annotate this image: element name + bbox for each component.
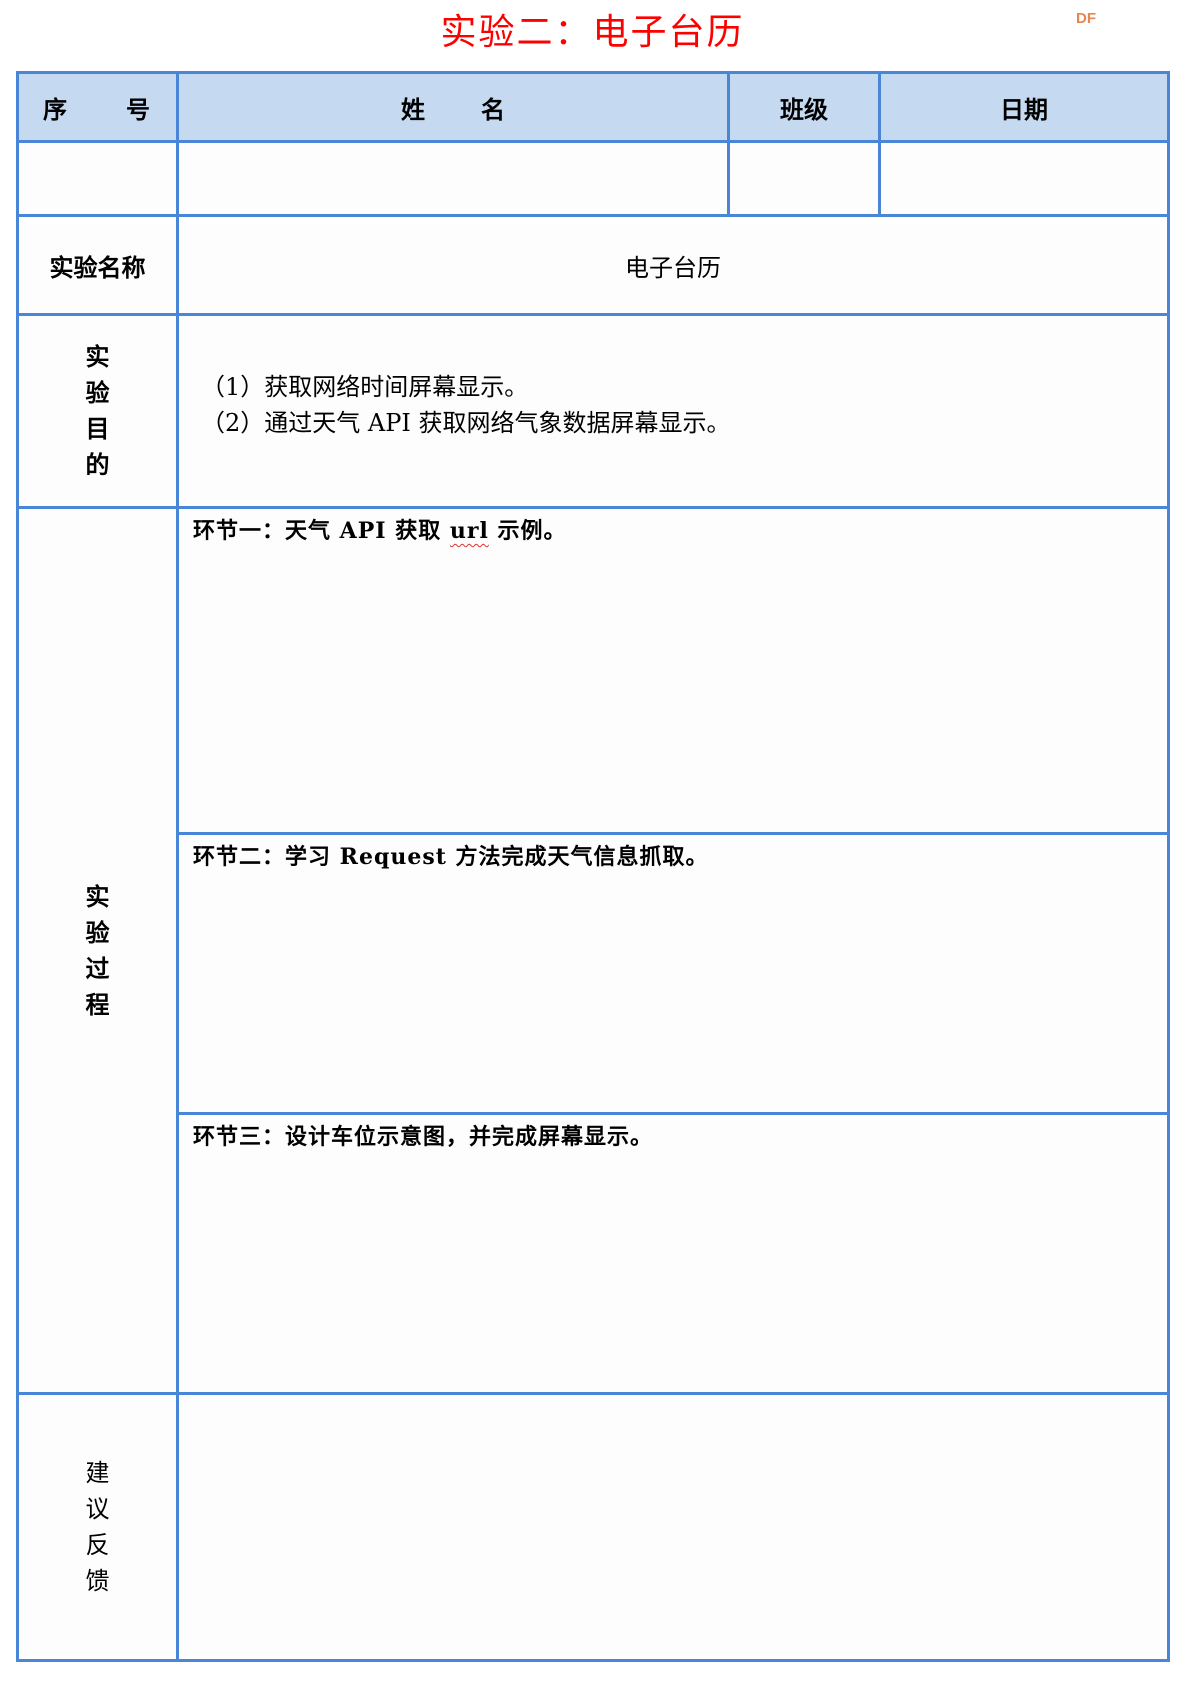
header-seq-char: 序 xyxy=(43,95,67,124)
process-label-char: 过 xyxy=(85,954,110,983)
experiment-name-label: 实验名称 xyxy=(16,214,179,316)
purpose-content[interactable]: （1）获取网络时间屏幕显示。 （2）通过天气 API 获取网络气象数据屏幕显示。 xyxy=(176,313,1170,509)
purpose-row: 实 验 目 的 （1）获取网络时间屏幕显示。 （2）通过天气 API 获取网络气… xyxy=(16,313,1170,509)
class-cell[interactable] xyxy=(727,140,881,217)
step-1-suffix: 示例。 xyxy=(488,518,567,544)
feedback-label-char: 议 xyxy=(85,1495,110,1523)
name-cell[interactable] xyxy=(176,140,730,217)
seq-cell[interactable] xyxy=(16,140,179,217)
header-name-char: 名 xyxy=(481,95,505,124)
date-cell[interactable] xyxy=(878,140,1170,217)
header-name-char: 姓 xyxy=(401,95,425,124)
process-step-1-text: 环节一：天气 API 获取 url 示例。 xyxy=(179,509,1167,545)
lab-report-table: 序 号 姓名 班级 日期 实验名称 电子台历 实 验 目 的 （1）获取网络时间… xyxy=(16,71,1170,1662)
feedback-label-char: 建 xyxy=(85,1459,110,1487)
purpose-label-char: 目 xyxy=(85,415,110,443)
watermark-logo: DF xyxy=(1076,10,1096,27)
feedback-label: 建 议 反 馈 xyxy=(16,1392,179,1662)
experiment-name-row: 实验名称 电子台历 xyxy=(16,214,1170,316)
header-class: 班级 xyxy=(727,71,881,143)
process-step-row: 环节二：学习 Request 方法完成天气信息抓取。 xyxy=(18,832,1170,1115)
purpose-item: （2）通过天气 API 获取网络气象数据屏幕显示。 xyxy=(201,409,731,437)
experiment-name-value[interactable]: 电子台历 xyxy=(176,214,1170,316)
feedback-label-char: 馈 xyxy=(85,1567,110,1595)
process-step-2[interactable]: 环节二：学习 Request 方法完成天气信息抓取。 xyxy=(176,832,1170,1115)
feedback-label-char: 反 xyxy=(85,1531,110,1559)
process-step-row: 环节三：设计车位示意图，并完成屏幕显示。 xyxy=(18,1112,1170,1395)
process-step-3-text: 环节三：设计车位示意图，并完成屏幕显示。 xyxy=(193,1124,654,1150)
process-step-3[interactable]: 环节三：设计车位示意图，并完成屏幕显示。 xyxy=(176,1112,1170,1395)
process-step-row: 实 验 过 程 环节一：天气 API 获取 url 示例。 xyxy=(16,506,1170,1395)
header-name: 姓名 xyxy=(176,71,730,143)
process-label-char: 验 xyxy=(85,918,110,947)
purpose-label-char: 验 xyxy=(85,379,110,407)
purpose-item: （1）获取网络时间屏幕显示。 xyxy=(201,373,529,401)
spellcheck-flagged-word[interactable]: url xyxy=(450,518,489,544)
header-row: 序 号 姓名 班级 日期 xyxy=(16,71,1170,143)
purpose-label-char: 的 xyxy=(85,451,110,479)
process-label: 实 验 过 程 xyxy=(16,506,179,1395)
purpose-label-char: 实 xyxy=(85,343,110,371)
document-title: 实验二：电子台历 xyxy=(440,12,745,53)
purpose-label: 实 验 目 的 xyxy=(16,313,179,509)
process-label-char: 程 xyxy=(85,990,110,1019)
process-step-1[interactable]: 环节一：天气 API 获取 url 示例。 xyxy=(176,506,1170,835)
header-date: 日期 xyxy=(878,71,1170,143)
header-seq-char: 号 xyxy=(126,95,150,124)
feedback-row: 建 议 反 馈 xyxy=(16,1392,1170,1662)
feedback-content[interactable] xyxy=(176,1392,1170,1662)
student-info-row xyxy=(16,140,1170,217)
step-1-prefix: 环节一：天气 API 获取 xyxy=(193,518,450,544)
header-seq: 序 号 xyxy=(16,71,179,143)
process-step-2-text: 环节二：学习 Request 方法完成天气信息抓取。 xyxy=(193,844,709,870)
process-label-char: 实 xyxy=(85,882,110,911)
